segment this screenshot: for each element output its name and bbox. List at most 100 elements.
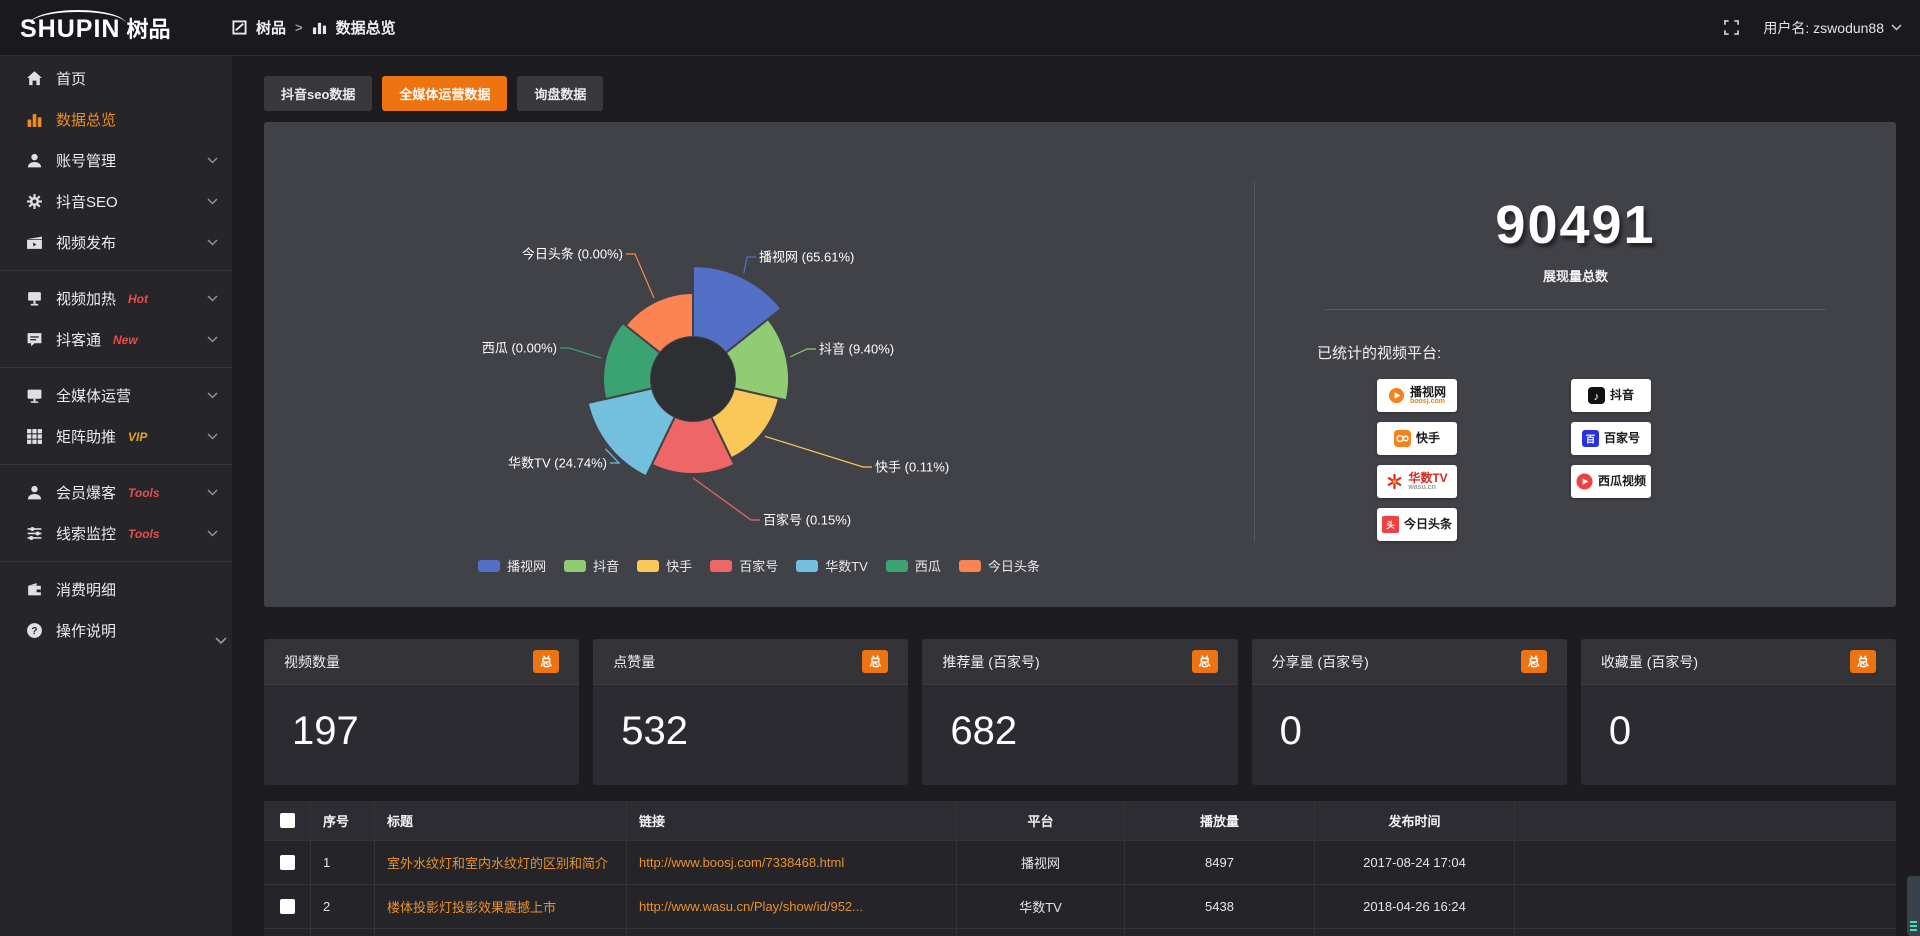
platform-badge-text: 抖音 (1610, 389, 1634, 402)
legend-swatch (710, 560, 732, 572)
floating-sidebar-widget[interactable] (1907, 876, 1920, 936)
table-cell (264, 841, 310, 884)
chevron-down-icon[interactable] (215, 637, 227, 645)
sidebar-item-12[interactable]: ?操作说明 (0, 610, 232, 651)
platform-name: 今日头条 (1404, 518, 1452, 531)
sidebar-item-6[interactable]: 抖客通New (0, 319, 232, 360)
screen-icon (26, 290, 43, 307)
sidebar-divider (0, 367, 232, 368)
username-menu[interactable]: 用户名: zswodun88 (1763, 18, 1902, 38)
pie-label-line (560, 348, 601, 358)
boosj-logo-icon (1388, 387, 1405, 404)
platforms-column-1: 播视网boosj.com 快手华数TVwasu.cn 头今日头条 (1377, 379, 1457, 541)
platform-badge-toutiao[interactable]: 头今日头条 (1377, 508, 1457, 541)
video-link[interactable]: http://www.boosj.com/7338468.html (626, 841, 956, 884)
chart-legend: 播视网抖音快手百家号 华数TV 西瓜 今日头条 (264, 556, 1254, 575)
table-row-partial (264, 929, 1896, 936)
legend-item-3[interactable]: 百家号 (710, 556, 778, 575)
table-cell: 8497 (1124, 841, 1314, 884)
total-badge[interactable]: 总 (862, 650, 888, 673)
platform-badge-baijiahao[interactable]: 百百家号 (1571, 422, 1651, 455)
total-badge[interactable]: 总 (1192, 650, 1218, 673)
sidebar-item-label: 全媒体运营 (56, 385, 131, 406)
sidebar-item-5[interactable]: 视频加热Hot (0, 278, 232, 319)
sidebar-item-9[interactable]: 会员爆客Tools (0, 472, 232, 513)
stat-card-label: 视频数量 (284, 652, 340, 672)
row-checkbox[interactable] (280, 899, 295, 914)
total-badge[interactable]: 总 (533, 650, 559, 673)
table-cell: 播视网 (956, 841, 1124, 884)
tab-2[interactable]: 询盘数据 (517, 76, 603, 111)
breadcrumb: 树品 > 数据总览 (232, 17, 396, 38)
monitor-icon (26, 387, 43, 404)
tab-0[interactable]: 抖音seo数据 (264, 76, 372, 111)
total-badge[interactable]: 总 (1850, 650, 1876, 673)
legend-label: 今日头条 (988, 556, 1040, 575)
platform-badge-boosj[interactable]: 播视网boosj.com (1377, 379, 1457, 412)
sidebar-item-label: 视频发布 (56, 232, 116, 253)
legend-item-4[interactable]: 华数TV (796, 556, 868, 575)
chevron-down-icon (207, 198, 218, 205)
sidebar-item-11[interactable]: 消费明细 (0, 569, 232, 610)
video-link[interactable]: http://www.wasu.cn/Play/show/id/952... (626, 885, 956, 928)
sidebar-item-10[interactable]: 线索监控Tools (0, 513, 232, 554)
pie-label-line (744, 257, 756, 274)
sidebar-item-3[interactable]: 抖音SEO (0, 181, 232, 222)
pie-label-line (765, 436, 872, 467)
platform-badge-text: 今日头条 (1404, 518, 1452, 531)
platform-subtext: wasu.cn (1408, 484, 1436, 491)
gear-icon (26, 193, 43, 210)
sidebar-item-badge: Tools (128, 486, 160, 500)
platform-badge-xigua[interactable]: 西瓜视频 (1571, 465, 1651, 498)
platforms-grid: 播视网boosj.com 快手华数TVwasu.cn 头今日头条 ♪ 抖音百百家号西瓜… (1255, 379, 1896, 564)
sidebar-item-0[interactable]: 首页 (0, 58, 232, 99)
legend-item-5[interactable]: 西瓜 (886, 556, 941, 575)
sidebar-item-7[interactable]: 全媒体运营 (0, 375, 232, 416)
sidebar-item-2[interactable]: 账号管理 (0, 140, 232, 181)
platform-badge-douyin[interactable]: ♪ 抖音 (1571, 379, 1651, 412)
select-all-checkbox[interactable] (280, 813, 295, 828)
table-row-1: 2楼体投影灯投影效果震撼上市http://www.wasu.cn/Play/sh… (264, 885, 1896, 929)
legend-swatch (796, 560, 818, 572)
sidebar-item-8[interactable]: 矩阵助推VIP (0, 416, 232, 457)
douyin-logo-icon: ♪ (1588, 387, 1605, 404)
sidebar-item-label: 账号管理 (56, 150, 116, 171)
video-title-link[interactable]: 楼体投影灯投影效果震撼上市 (374, 885, 626, 928)
pie-label: 西瓜 (0.00%) (482, 341, 557, 356)
legend-label: 华数TV (825, 556, 868, 575)
breadcrumb-item-home[interactable]: 树品 (256, 17, 286, 38)
table-cell: 华数TV (956, 885, 1124, 928)
sidebar-item-4[interactable]: 视频发布 (0, 222, 232, 263)
stat-card-3: 分享量 (百家号)总0 (1252, 639, 1567, 785)
rose-pie-chart: 播视网 (65.61%)抖音 (9.40%)快手 (0.11%)百家号 (0.1… (264, 122, 1254, 552)
stat-card-0: 视频数量总197 (264, 639, 579, 785)
sidebar-item-label: 数据总览 (56, 109, 116, 130)
sidebar-item-label: 首页 (56, 68, 86, 89)
sidebar-item-label: 消费明细 (56, 579, 116, 600)
app-logo[interactable]: SHUPIN 树品 (0, 12, 232, 44)
tab-1[interactable]: 全媒体运营数据 (382, 76, 507, 111)
sidebar-item-1[interactable]: 数据总览 (0, 99, 232, 140)
legend-item-1[interactable]: 抖音 (564, 556, 619, 575)
platform-name: 快手 (1416, 432, 1440, 445)
total-badge[interactable]: 总 (1521, 650, 1547, 673)
chevron-down-icon (207, 433, 218, 440)
fullscreen-icon[interactable] (1724, 20, 1739, 35)
chevron-down-icon (207, 336, 218, 343)
table-cell (1314, 929, 1514, 936)
legend-swatch (637, 560, 659, 572)
legend-swatch (959, 560, 981, 572)
chevron-down-icon (207, 392, 218, 399)
legend-item-0[interactable]: 播视网 (478, 556, 546, 575)
platform-badge-wasu[interactable]: 华数TVwasu.cn (1377, 465, 1457, 498)
platform-name: 百家号 (1604, 432, 1640, 445)
stat-card-value: 532 (593, 685, 908, 754)
row-checkbox[interactable] (280, 855, 295, 870)
svg-text:♪: ♪ (1594, 391, 1600, 403)
legend-item-2[interactable]: 快手 (637, 556, 692, 575)
video-title-link[interactable]: 室外水纹灯和室内水纹灯的区别和简介 (374, 841, 626, 884)
table-cell (374, 929, 626, 936)
legend-item-6[interactable]: 今日头条 (959, 556, 1040, 575)
platform-badge-kuaishou[interactable]: 快手 (1377, 422, 1457, 455)
legend-swatch (478, 560, 500, 572)
